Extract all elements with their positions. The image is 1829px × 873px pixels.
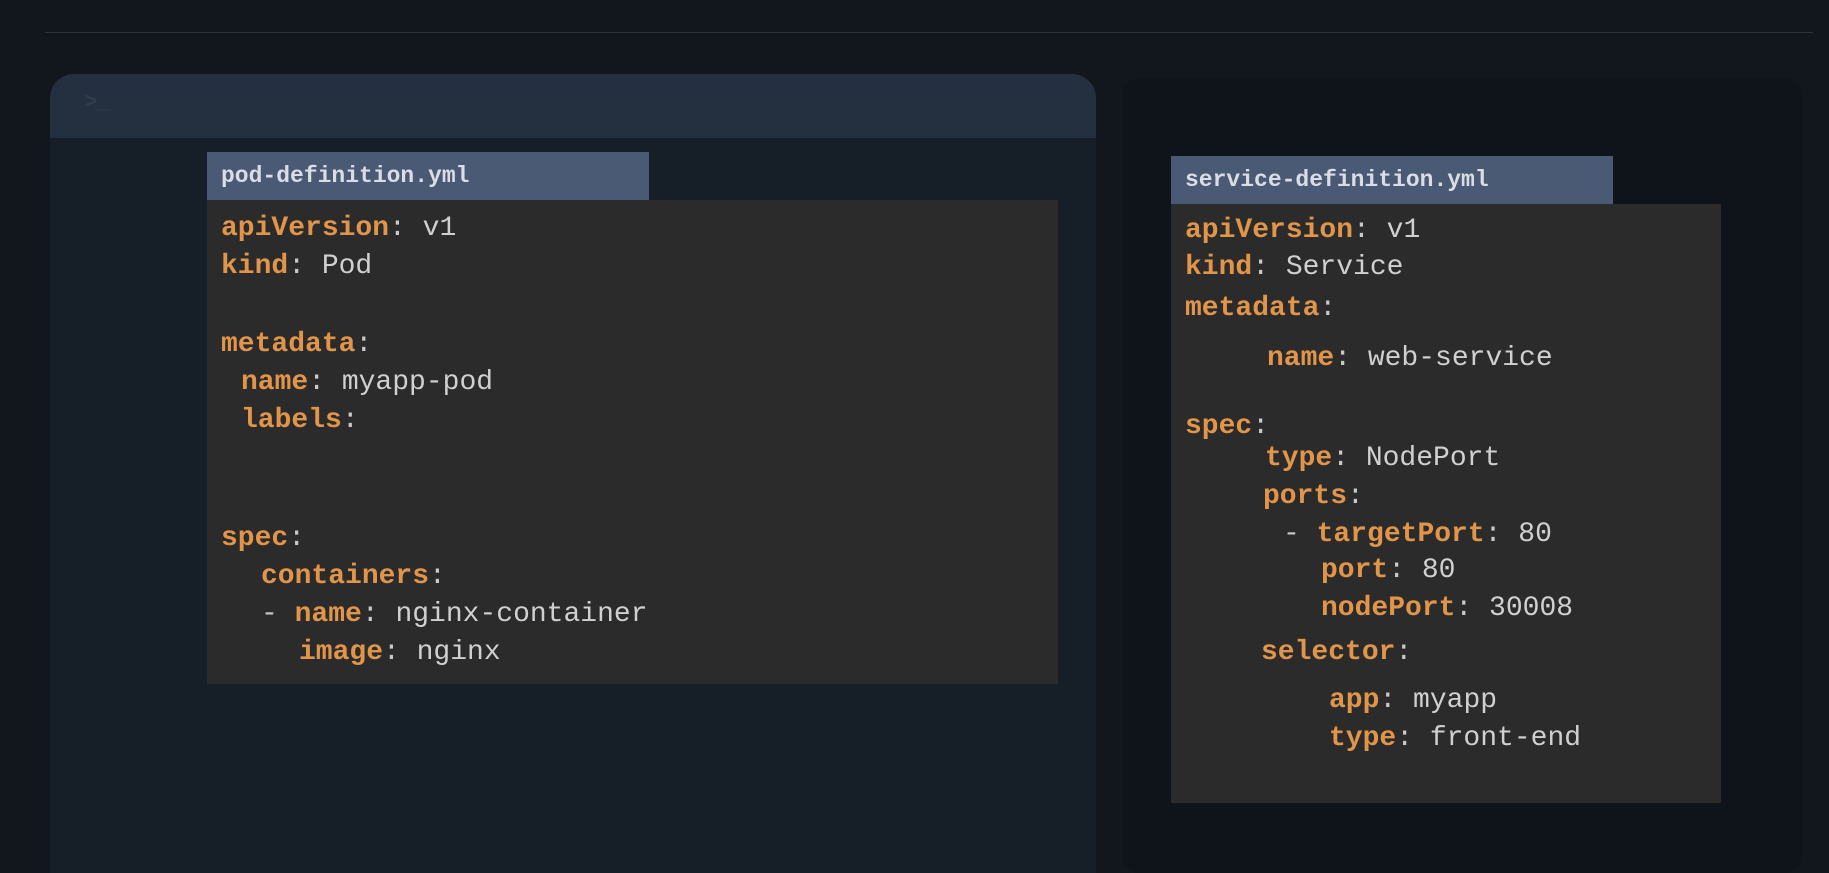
yaml-value: Pod: [321, 251, 373, 282]
yaml-value: v1: [422, 213, 457, 244]
yaml-key: nodePort: [1321, 593, 1456, 624]
code-line: apiVersion: v1: [221, 213, 457, 244]
code-line: type: front-end: [1329, 723, 1582, 754]
code-line: name: web-service: [1267, 343, 1553, 374]
yaml-key: port: [1321, 555, 1389, 586]
yaml-key: kind: [1185, 252, 1253, 283]
yaml-key: kind: [221, 251, 289, 282]
code-line: labels:: [241, 405, 359, 436]
code-line: selector:: [1261, 637, 1413, 668]
yaml-key: labels: [241, 405, 342, 436]
pod-file-tab[interactable]: pod-definition.yml: [207, 152, 649, 200]
service-code-block: apiVersion: v1 kind: Service metadata: n…: [1171, 204, 1721, 803]
yaml-dash: -: [261, 599, 278, 630]
code-line: - targetPort: 80: [1283, 519, 1552, 550]
service-file-tab[interactable]: service-definition.yml: [1171, 156, 1613, 204]
yaml-key: targetPort: [1316, 519, 1485, 550]
yaml-key: containers: [261, 561, 430, 592]
code-line: app: myapp: [1329, 685, 1498, 716]
yaml-key: type: [1265, 443, 1333, 474]
yaml-key: image: [299, 637, 384, 668]
yaml-key: app: [1329, 685, 1380, 716]
yaml-key: metadata: [221, 329, 356, 360]
yaml-value: 80: [1518, 519, 1552, 550]
top-divider: [45, 32, 1813, 33]
code-line: containers:: [261, 561, 446, 592]
pod-code-block: apiVersion: v1 kind: Pod metadata: name:…: [207, 200, 1058, 684]
yaml-value: nginx: [416, 637, 501, 668]
yaml-key: name: [1267, 343, 1335, 374]
yaml-key: name: [294, 599, 362, 630]
code-line: apiVersion: v1: [1185, 215, 1421, 246]
yaml-key: ports: [1263, 481, 1348, 512]
yaml-value: NodePort: [1365, 443, 1501, 474]
code-line: type: NodePort: [1265, 443, 1501, 474]
yaml-key: apiVersion: [1185, 215, 1354, 246]
code-line: kind: Pod: [221, 251, 373, 282]
yaml-value: Service: [1285, 252, 1404, 283]
yaml-value: myapp-pod: [341, 367, 494, 398]
yaml-value: web-service: [1367, 343, 1553, 374]
code-line: metadata:: [1185, 293, 1337, 324]
yaml-value: nginx-container: [395, 599, 648, 630]
yaml-key: metadata: [1185, 293, 1320, 324]
yaml-key: type: [1329, 723, 1397, 754]
yaml-dash: -: [1283, 519, 1300, 550]
code-line: metadata:: [221, 329, 373, 360]
yaml-key: apiVersion: [221, 213, 390, 244]
code-line: ports:: [1263, 481, 1364, 512]
pod-filename: pod-definition.yml: [221, 163, 470, 189]
code-line: name: myapp-pod: [241, 367, 494, 398]
terminal-prompt-icon: >_: [84, 90, 111, 115]
code-line: nodePort: 30008: [1321, 593, 1574, 624]
yaml-key: spec: [221, 523, 289, 554]
yaml-key: name: [241, 367, 309, 398]
yaml-value: myapp: [1413, 685, 1498, 716]
yaml-key: spec: [1185, 411, 1253, 442]
code-line: spec:: [221, 523, 306, 554]
service-filename: service-definition.yml: [1185, 167, 1489, 193]
yaml-value: 80: [1421, 555, 1456, 586]
yaml-value: front-end: [1429, 723, 1582, 754]
code-line: port: 80: [1321, 555, 1456, 586]
yaml-key: selector: [1261, 637, 1396, 668]
code-line: image: nginx: [299, 637, 501, 668]
code-line: kind: Service: [1185, 252, 1404, 283]
yaml-value: v1: [1386, 215, 1421, 246]
yaml-value: 30008: [1489, 593, 1574, 624]
terminal-titlebar: >_: [50, 74, 1096, 138]
code-line: - name: nginx-container: [261, 599, 648, 630]
code-line: spec:: [1185, 411, 1270, 442]
